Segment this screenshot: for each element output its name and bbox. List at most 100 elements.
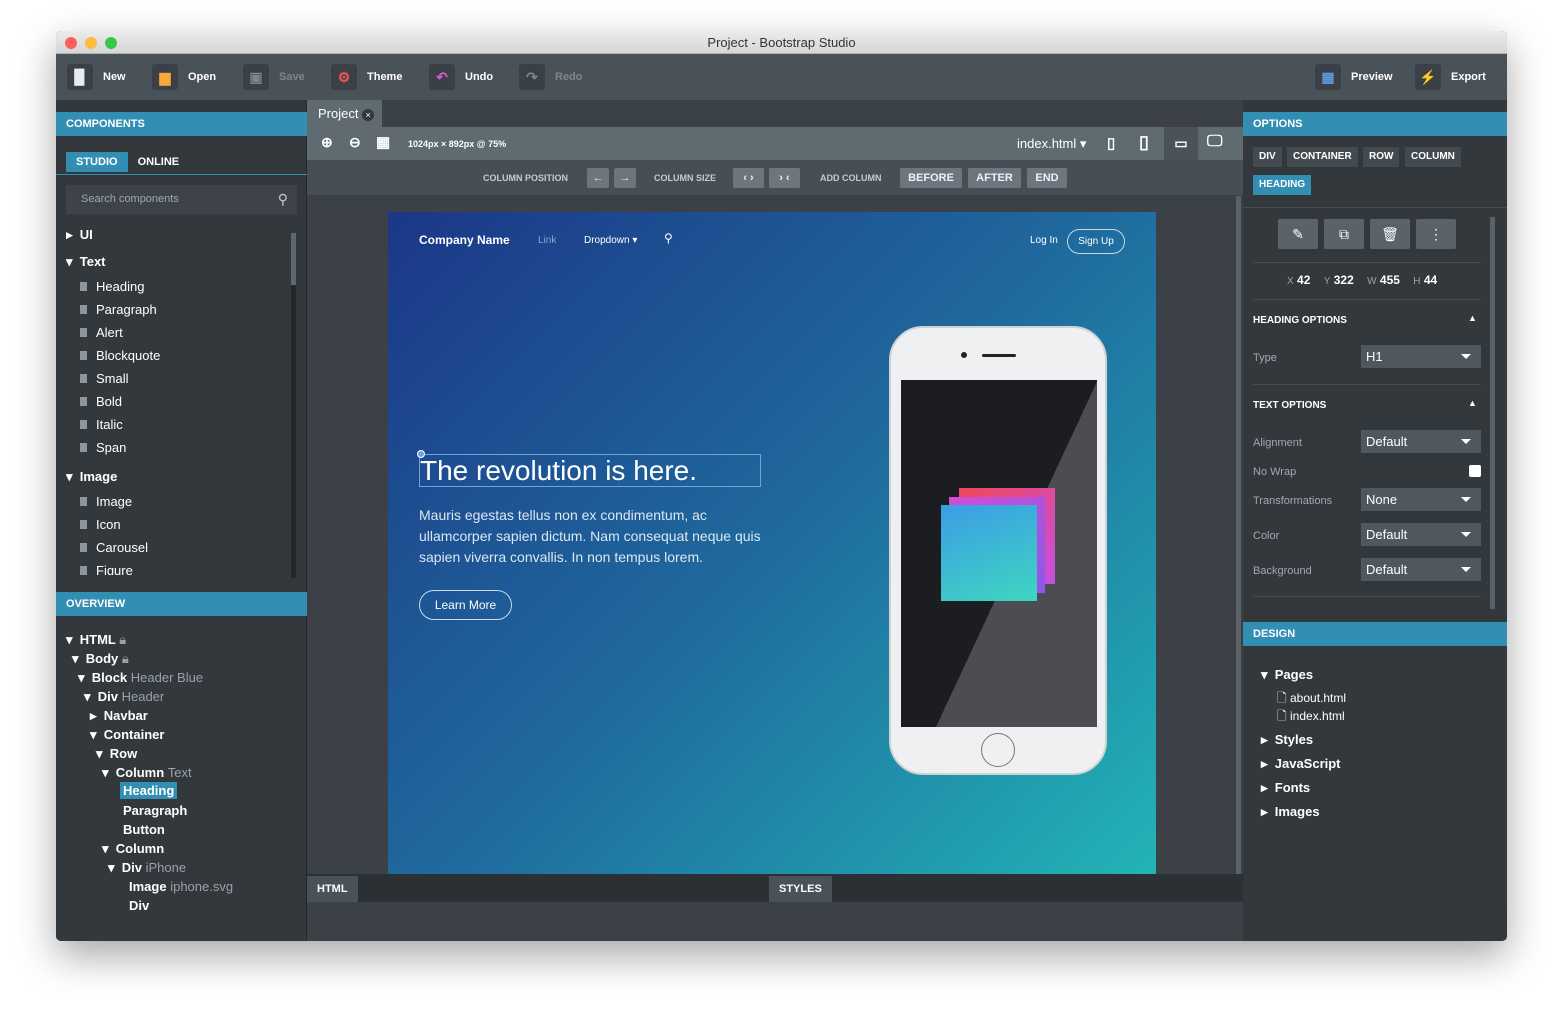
minimize-window-button[interactable] [85,37,97,49]
component-item[interactable]: Bold [80,390,122,413]
tree-node[interactable]: ▾ Div iPhone [108,858,186,877]
group-image[interactable]: ▾ Image [66,465,117,488]
fonts-node[interactable]: ▸ Fonts [1261,776,1310,799]
component-item[interactable]: Small [80,367,129,390]
tablet-view-icon[interactable]: ▯ [1139,132,1149,153]
navbar-search-icon[interactable]: ⚲ [664,231,673,245]
theme-button[interactable]: ⚙ Theme [331,63,402,91]
phone-view-icon[interactable]: ▯ [1107,134,1115,152]
nowrap-checkbox[interactable] [1469,465,1481,477]
export-button[interactable]: ⚡ Export [1415,63,1486,91]
login-link[interactable]: Log In [1030,235,1058,246]
text-options-title[interactable]: TEXT OPTIONS [1253,400,1326,411]
hero-heading[interactable]: The revolution is here. [419,454,761,487]
group-text[interactable]: ▾ Text [66,250,106,273]
new-button[interactable]: ▉ New [67,63,126,91]
tree-node[interactable]: ▾ Body 🔒︎ [72,649,129,668]
tree-node[interactable]: Div [129,896,149,915]
zoom-out-icon[interactable]: ⊖ [349,134,361,151]
search-input[interactable]: Search components ⚲ [66,185,297,214]
grow-column-button[interactable]: ‹ › [733,168,764,188]
tree-node[interactable]: ▾ HTML 🔒︎ [66,630,126,649]
javascript-node[interactable]: ▸ JavaScript [1261,752,1341,775]
zoom-in-icon[interactable]: ⊕ [321,134,333,151]
collapse-icon[interactable]: ▲ [1468,398,1477,408]
move-left-button[interactable]: ← [587,168,609,188]
signup-button[interactable]: Sign Up [1067,229,1125,254]
component-item[interactable]: Figure [80,559,133,575]
preview-button[interactable]: ▦ Preview [1315,63,1393,91]
close-tab-icon[interactable]: × [362,109,375,121]
styles-node[interactable]: ▸ Styles [1261,728,1313,751]
learn-more-button[interactable]: Learn More [419,590,512,620]
group-ui[interactable]: ▸ UI [66,223,93,246]
color-select[interactable]: Default [1361,523,1481,546]
add-after-button[interactable]: AFTER [968,168,1021,188]
tree-node[interactable]: ▾ Row [96,744,137,763]
more-button[interactable]: ⋮ [1416,219,1456,249]
add-before-button[interactable]: BEFORE [900,168,962,188]
component-item[interactable]: Paragraph [80,298,157,321]
component-item[interactable]: Alert [80,321,123,344]
tree-node[interactable]: ▾ Div Header [84,687,164,706]
add-end-button[interactable]: END [1027,168,1067,188]
component-item[interactable]: Blockquote [80,344,160,367]
type-select[interactable]: H1 [1361,345,1481,368]
alignment-select[interactable]: Default [1361,430,1481,453]
component-item[interactable]: Italic [80,413,123,436]
transform-select[interactable]: None [1361,488,1481,511]
grid-toggle-icon[interactable]: ▦ [376,133,390,151]
crumb-column[interactable]: COLUMN [1405,147,1461,167]
shrink-column-button[interactable]: › ‹ [769,168,800,188]
open-button[interactable]: ▆ Open [152,63,216,91]
tree-node[interactable]: Paragraph [123,801,187,820]
resize-handle[interactable] [417,450,425,458]
tab-studio[interactable]: STUDIO [66,152,128,172]
close-window-button[interactable] [65,37,77,49]
tree-node-selected[interactable]: Heading [120,782,178,799]
collapse-icon[interactable]: ▲ [1468,313,1477,323]
background-select[interactable]: Default [1361,558,1481,581]
laptop-view-icon[interactable]: ▭ [1164,127,1198,160]
html-panel-button[interactable]: HTML [307,876,358,902]
desktop-view-icon[interactable]: 🖵︎ [1207,133,1222,151]
tree-node[interactable]: ▾ Container [90,725,164,744]
component-item[interactable]: Heading [80,275,144,298]
save-button[interactable]: ▣ Save [243,63,305,91]
navbar-dropdown[interactable]: Dropdown ▾ [584,235,637,246]
options-scrollbar[interactable] [1490,217,1495,609]
page-item[interactable]: 🗋︎ index.html [1277,705,1345,728]
page-select[interactable]: index.html ▾ [1017,136,1086,152]
delete-button[interactable]: 🗑︎ [1370,219,1410,249]
tree-node[interactable]: Image iphone.svg [129,877,233,896]
styles-panel-button[interactable]: STYLES [769,876,832,902]
duplicate-button[interactable]: ⧉ [1324,219,1364,249]
pages-node[interactable]: ▾ Pages [1261,663,1313,686]
hero-paragraph[interactable]: Mauris egestas tellus non ex condimentum… [419,505,764,568]
edit-button[interactable]: ✎ [1278,219,1318,249]
component-item[interactable]: Carousel [80,536,148,559]
tree-node[interactable]: ▾ Column [102,839,164,858]
navbar-brand[interactable]: Company Name [419,233,510,247]
zoom-window-button[interactable] [105,37,117,49]
crumb-div[interactable]: DIV [1253,147,1282,167]
tree-node[interactable]: ▸ Navbar [90,706,148,725]
crumb-container[interactable]: CONTAINER [1287,147,1358,167]
move-right-button[interactable]: → [614,168,636,188]
component-item[interactable]: Icon [80,513,121,536]
redo-button[interactable]: ↷ Redo [519,63,583,91]
component-item[interactable]: Image [80,490,132,513]
tree-node[interactable]: ▾ Block Header Blue [78,668,203,687]
tab-online[interactable]: ONLINE [128,152,190,172]
heading-options-title[interactable]: HEADING OPTIONS [1253,315,1347,326]
crumb-heading[interactable]: HEADING [1253,175,1312,195]
undo-button[interactable]: ↶ Undo [429,63,493,91]
component-item[interactable]: Span [80,436,126,459]
components-scrollbar[interactable] [291,233,296,578]
tab-project[interactable]: Project × [307,100,382,127]
tree-node[interactable]: ▾ Column Text [102,763,192,782]
tree-node[interactable]: Button [123,820,165,839]
navbar-link[interactable]: Link [538,235,556,246]
images-node[interactable]: ▸ Images [1261,800,1320,823]
canvas-scrollbar[interactable] [1236,196,1241,892]
